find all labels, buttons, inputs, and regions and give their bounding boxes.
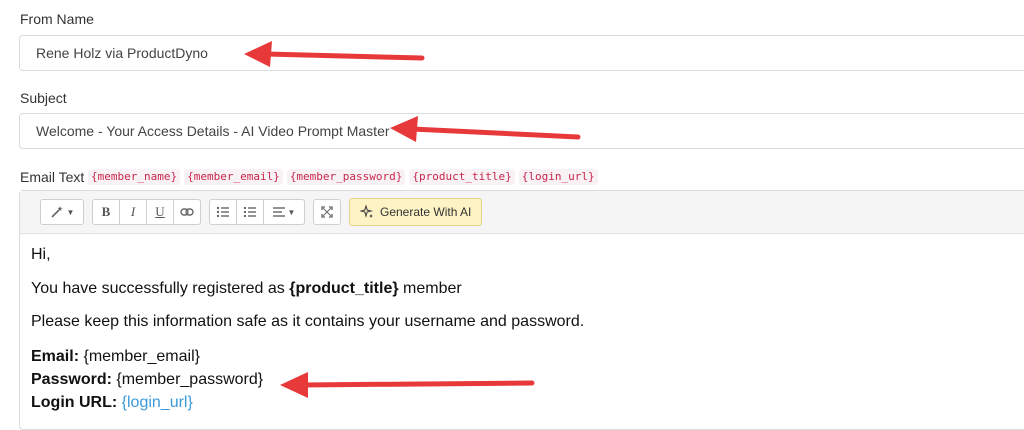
subject-label: Subject (20, 90, 67, 106)
email-line-value: {member_email} (83, 348, 200, 365)
login-url-line: Login URL: {login_url} (31, 391, 1024, 414)
expand-icon (321, 206, 333, 218)
numbered-list-icon (244, 207, 256, 217)
magic-style-button[interactable]: ▼ (40, 199, 84, 225)
password-line: Password: {member_password} (31, 368, 1024, 391)
merge-tag: {member_email} (184, 169, 283, 185)
password-line-label: Password: (31, 371, 112, 388)
italic-button[interactable]: I (119, 199, 147, 225)
editor-toolbar: ▼ B I U ▼ Generate With AI (20, 191, 1024, 234)
info-text: Please keep this information safe as it … (31, 313, 585, 330)
email-body[interactable]: Hi, You have successfully registered as … (20, 234, 1024, 424)
product-title-tag: {product_title} (289, 280, 399, 297)
login-url-label: Login URL: (31, 394, 118, 411)
registered-prefix: You have successfully registered as (31, 280, 285, 297)
email-line: Email: {member_email} (31, 345, 1024, 368)
merge-tag: {member_name} (88, 169, 181, 185)
sparkle-icon (360, 205, 374, 218)
underline-button[interactable]: U (146, 199, 174, 225)
greeting-text: Hi, (31, 246, 51, 263)
bold-button[interactable]: B (92, 199, 120, 225)
subject-input[interactable]: Welcome - Your Access Details - AI Video… (19, 113, 1024, 149)
email-text-label: Email Text (20, 169, 85, 185)
login-url-link[interactable]: {login_url} (122, 394, 193, 411)
generate-with-ai-button[interactable]: Generate With AI (349, 198, 483, 226)
merge-tag: {login_url} (518, 169, 598, 185)
bullet-list-button[interactable] (209, 199, 237, 225)
generate-with-ai-label: Generate With AI (380, 205, 472, 219)
merge-tags: {member_name} {member_email} {member_pas… (88, 169, 598, 185)
link-icon (180, 208, 194, 216)
numbered-list-button[interactable] (236, 199, 264, 225)
magic-wand-icon (50, 206, 63, 218)
password-line-value: {member_password} (116, 371, 264, 388)
registered-suffix: member (403, 280, 462, 297)
chevron-down-icon: ▼ (287, 207, 296, 217)
email-line-label: Email: (31, 348, 80, 365)
registered-line: You have successfully registered as {pro… (31, 280, 1024, 298)
paragraph-align-button[interactable]: ▼ (263, 199, 305, 225)
link-button[interactable] (173, 199, 201, 225)
fullscreen-button[interactable] (313, 199, 341, 225)
bullet-list-icon (216, 206, 229, 218)
from-name-label: From Name (20, 11, 94, 27)
align-icon (272, 207, 285, 217)
chevron-down-icon: ▼ (66, 207, 75, 217)
merge-tag: {member_password} (286, 169, 406, 185)
email-editor: ▼ B I U ▼ Generate With AI Hi, You have … (19, 190, 1024, 430)
from-name-input[interactable]: Rene Holz via ProductDyno (19, 35, 1024, 71)
merge-tag: {product_title} (409, 169, 515, 185)
